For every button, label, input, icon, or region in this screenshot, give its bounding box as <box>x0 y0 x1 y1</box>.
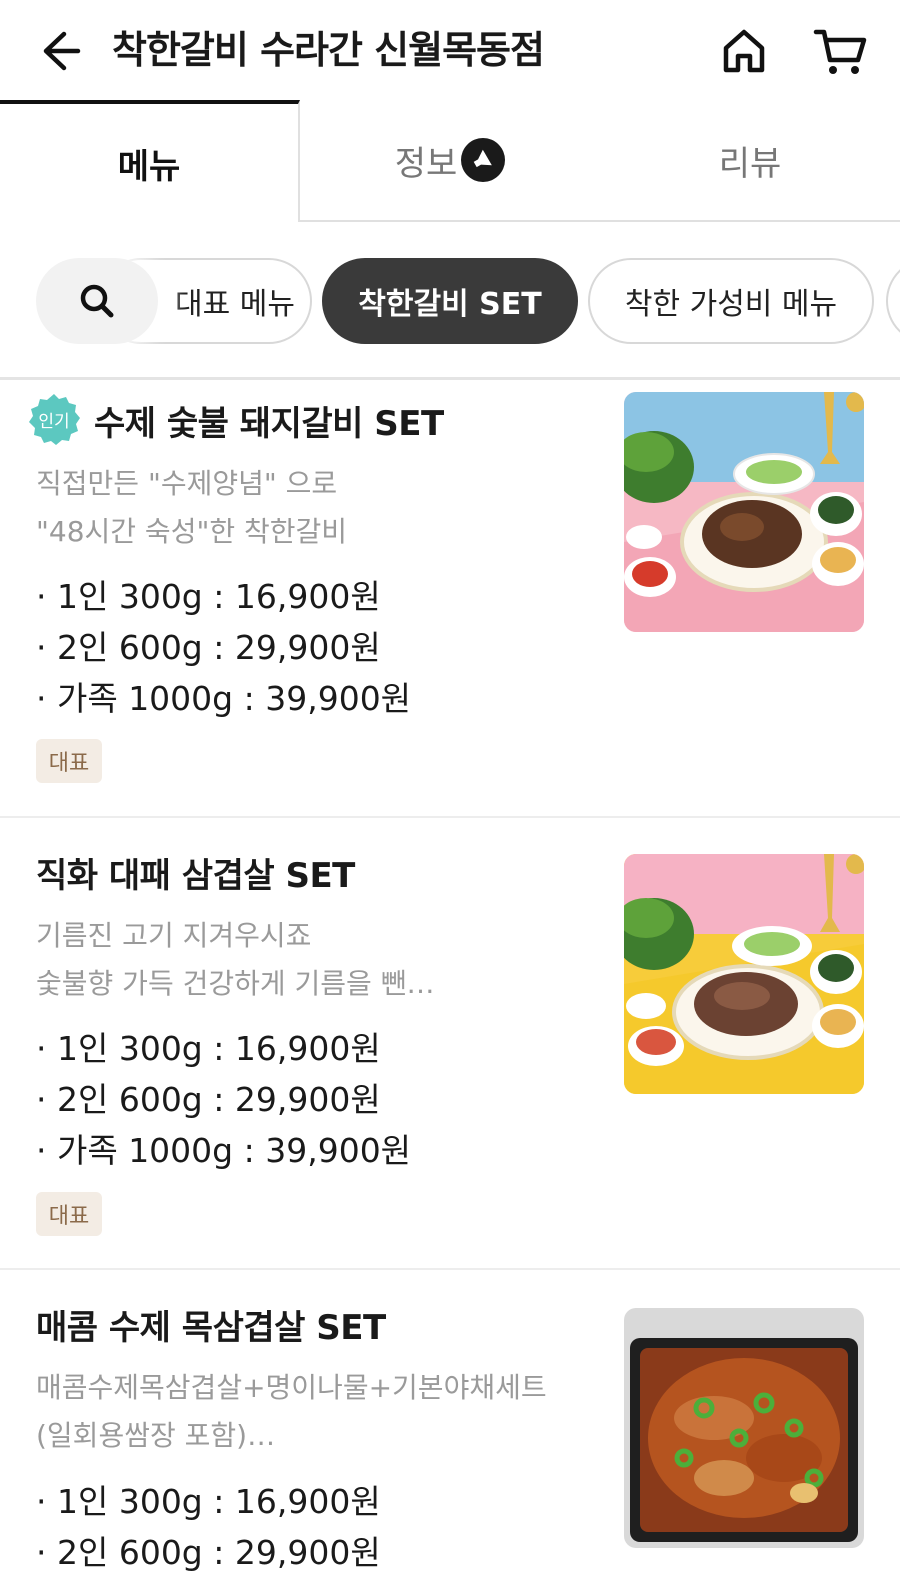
tab-menu-label: 메뉴 <box>117 146 181 187</box>
menu-item[interactable]: 매콤 수제 목삼겹살 SET 매콤수제목삼겹살+명이나물+기본야채세트 (일회용… <box>0 1270 900 1573</box>
megaphone-icon <box>461 138 506 182</box>
chip-galbi-set[interactable]: 착한갈비 SET <box>322 258 578 344</box>
chip-label: 착한갈비 SET <box>358 287 542 322</box>
item-title: 매콤 수제 목삼겹살 SET <box>36 1308 386 1348</box>
home-icon[interactable] <box>718 24 770 76</box>
item-price-line: · 2인 600g : 29,900원 <box>36 1533 381 1572</box>
item-desc-line: 기름진 고기 지겨우시죠 <box>36 919 312 952</box>
tab-review-label: 리뷰 <box>718 143 782 184</box>
top-bar: 착한갈비 수라간 신월목동점 <box>0 0 900 102</box>
menu-item[interactable]: 직화 대패 삼겹살 SET 기름진 고기 지겨우시죠 숯불향 가득 건강하게 기… <box>0 818 900 1268</box>
tab-info-label: 정보 <box>394 143 458 184</box>
item-desc-line: 매콤수제목삼겹살+명이나물+기본야채세트 <box>36 1371 547 1404</box>
food-photo[interactable] <box>624 1308 864 1548</box>
representative-tag: 대표 <box>36 739 102 783</box>
popular-badge: 인기 <box>29 394 80 445</box>
store-title: 착한갈비 수라간 신월목동점 <box>112 28 545 72</box>
item-title: 직화 대패 삼겹살 SET <box>36 856 355 896</box>
food-photo[interactable] <box>624 392 864 632</box>
chip-label: 대표 메뉴 <box>175 287 295 322</box>
chip-more[interactable] <box>886 258 900 344</box>
cart-icon[interactable] <box>812 24 868 78</box>
tab-menu[interactable]: 메뉴 <box>0 100 300 222</box>
item-desc-line: (일회용쌈장 포함)… <box>36 1419 276 1452</box>
food-photo[interactable] <box>624 854 864 1094</box>
item-price-line: · 1인 300g : 16,900원 <box>36 577 381 616</box>
representative-tag: 대표 <box>36 1192 102 1236</box>
search-button[interactable] <box>36 258 158 344</box>
item-price-line: · 가족 1000g : 39,900원 <box>36 679 412 718</box>
store-tabs: 메뉴 정보 리뷰 <box>0 100 900 222</box>
category-chips: 대표 메뉴 착한갈비 SET 착한 가성비 메뉴 <box>0 222 900 378</box>
item-price-line: · 2인 600g : 29,900원 <box>36 628 381 667</box>
item-desc-line: "48시간 숙성"한 착한갈비 <box>36 515 348 548</box>
item-title: 수제 숯불 돼지갈비 SET <box>94 404 444 444</box>
item-desc-line: 직접만든 "수제양념" 으로 <box>36 467 338 500</box>
back-arrow-icon[interactable] <box>34 26 84 76</box>
item-price-line: · 2인 600g : 29,900원 <box>36 1080 381 1119</box>
chip-label: 착한 가성비 메뉴 <box>624 287 838 322</box>
tab-info[interactable]: 정보 <box>300 100 600 222</box>
item-price-line: · 1인 300g : 16,900원 <box>36 1482 381 1521</box>
tab-review[interactable]: 리뷰 <box>600 100 900 222</box>
item-price-line: · 가족 1000g : 39,900원 <box>36 1131 412 1170</box>
chip-value-menu[interactable]: 착한 가성비 메뉴 <box>588 258 874 344</box>
menu-item[interactable]: 인기 수제 숯불 돼지갈비 SET 직접만든 "수제양념" 으로 "48시간 숙… <box>0 380 900 816</box>
popular-badge-label: 인기 <box>38 412 69 432</box>
item-price-line: · 1인 300g : 16,900원 <box>36 1029 381 1068</box>
item-desc-line: 숯불향 가득 건강하게 기름을 뺀… <box>36 967 435 1000</box>
search-icon <box>80 284 114 318</box>
